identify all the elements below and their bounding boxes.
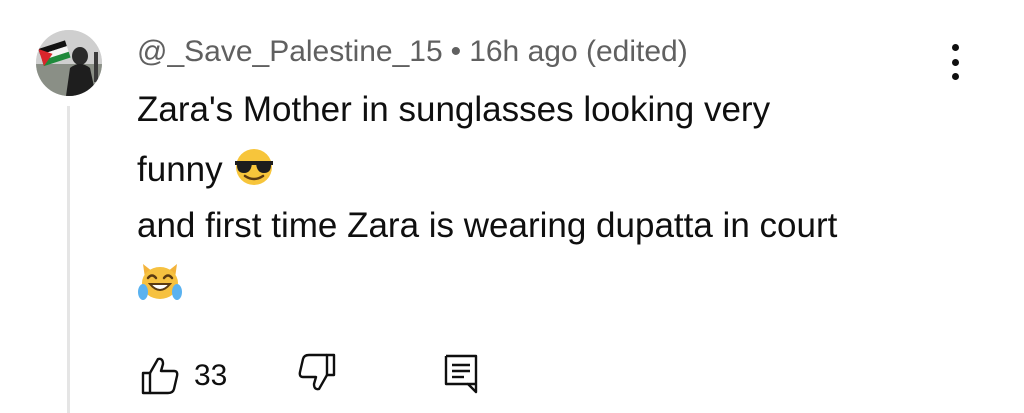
thread-line (67, 106, 70, 413)
comment-header: @_Save_Palestine_15 • 16h ago (edited) (137, 32, 688, 72)
thumbs-down-icon (298, 353, 336, 391)
comment-text-line (137, 260, 183, 313)
vertical-dots-icon (951, 44, 959, 51)
menu-dot (951, 58, 959, 66)
comment-text-line: and first time Zara is wearing dupatta i… (137, 204, 837, 248)
like-count: 33 (194, 359, 228, 392)
like-button[interactable] (139, 355, 181, 397)
avatar[interactable] (36, 30, 102, 96)
meta-separator: • (450, 35, 462, 68)
menu-dot (951, 73, 959, 80)
comment-icon (444, 354, 478, 394)
author-name[interactable]: @_Save_Palestine_15 (137, 35, 443, 68)
avatar-image (36, 30, 102, 96)
comment-time: 16h ago (edited) (469, 35, 688, 68)
grinning-cat-with-tears-of-joy-icon (137, 260, 183, 313)
smiling-face-with-sunglasses-icon (232, 146, 276, 197)
comment-text: Zara's Mother in sunglasses looking very (137, 90, 771, 129)
comment-text-line: funny (137, 146, 276, 197)
thumbs-up-icon (141, 357, 179, 395)
comment-text: and first time Zara is wearing dupatta i… (137, 206, 838, 245)
more-options-button[interactable] (938, 40, 972, 84)
reply-button[interactable] (440, 352, 482, 394)
dislike-button[interactable] (296, 349, 338, 391)
comment-text-line: Zara's Mother in sunglasses looking very (137, 88, 770, 132)
comment-text: funny (137, 149, 223, 189)
